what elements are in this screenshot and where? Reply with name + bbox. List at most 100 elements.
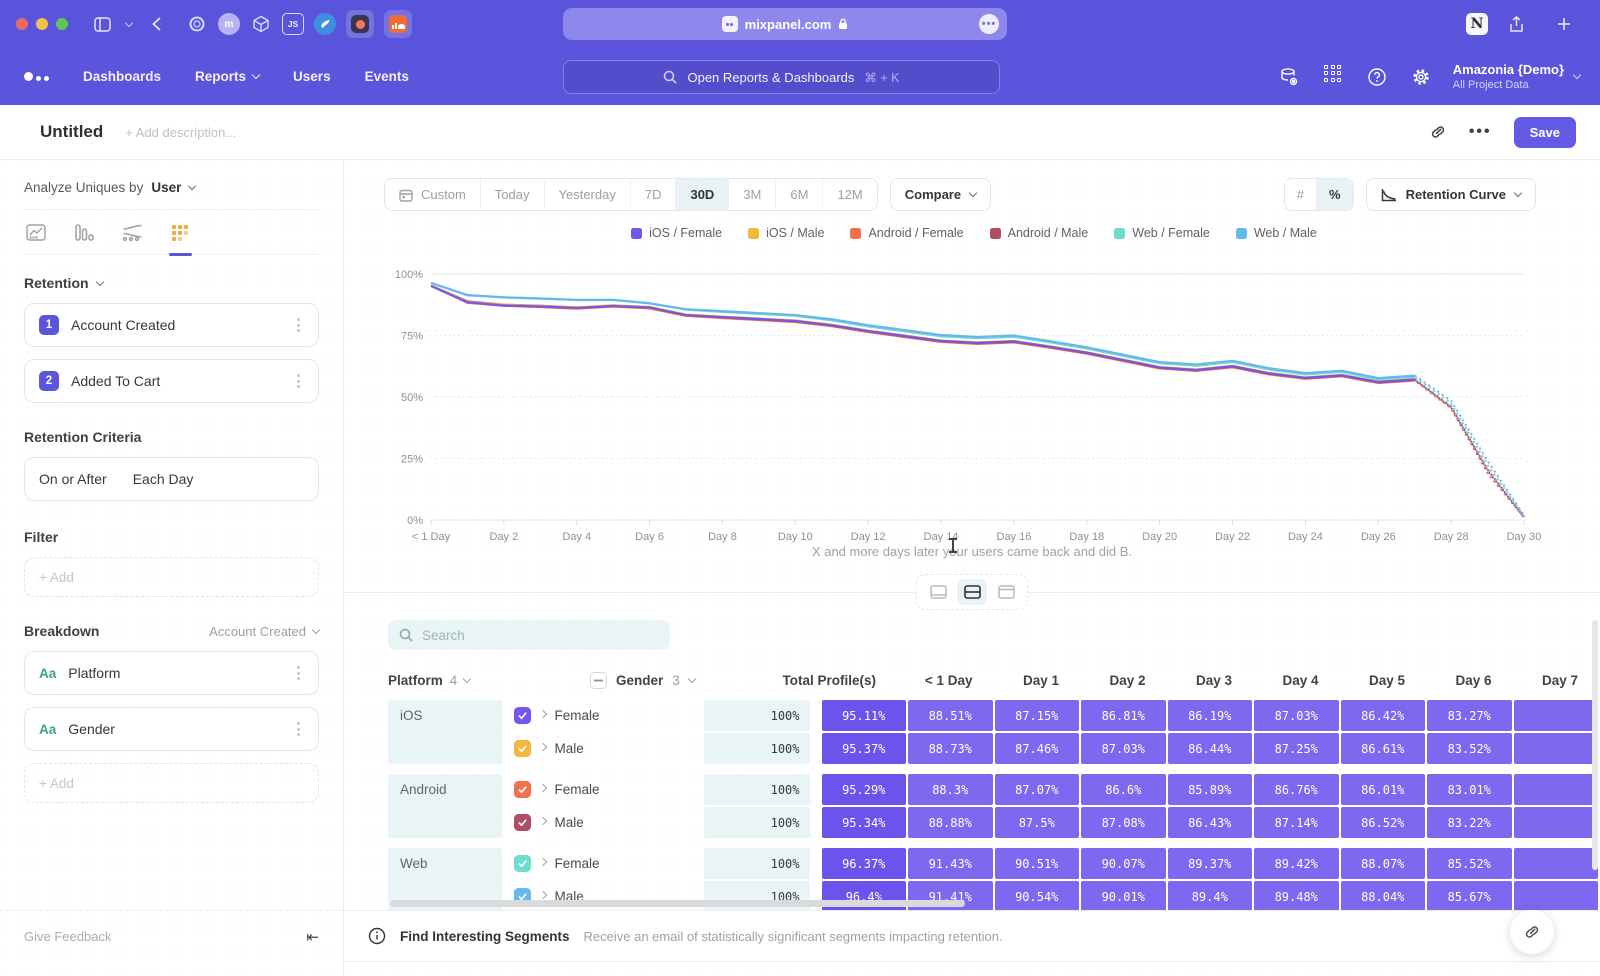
share-link-fab[interactable] bbox=[1510, 910, 1554, 954]
retention-value-cell[interactable]: 96.37% bbox=[822, 848, 907, 879]
give-feedback-link[interactable]: Give Feedback bbox=[24, 929, 111, 944]
split-view-button[interactable] bbox=[957, 579, 987, 605]
select-all-checkbox[interactable] bbox=[590, 672, 607, 689]
back-icon[interactable] bbox=[144, 12, 168, 36]
expand-row-icon[interactable] bbox=[538, 858, 546, 866]
expand-row-icon[interactable] bbox=[538, 817, 546, 825]
retention-value-cell[interactable]: 86.81% bbox=[1081, 700, 1166, 731]
retention-section-title[interactable]: Retention bbox=[24, 275, 89, 291]
retention-value-cell[interactable]: 95.37% bbox=[822, 733, 907, 764]
analyze-value[interactable]: User bbox=[151, 180, 181, 195]
date-range-30d[interactable]: 30D bbox=[676, 179, 729, 210]
retention-step-1[interactable]: 1 Account Created bbox=[24, 303, 319, 347]
step-menu-icon[interactable] bbox=[293, 370, 304, 392]
step-menu-icon[interactable] bbox=[293, 314, 304, 336]
project-selector[interactable]: Amazonia {Demo} All Project Data bbox=[1453, 62, 1580, 91]
retention-value-cell[interactable]: 87.5% bbox=[995, 807, 1080, 838]
retention-value-cell[interactable]: 86.61% bbox=[1341, 733, 1426, 764]
retention-value-cell[interactable]: 86.76% bbox=[1254, 774, 1339, 805]
percent-toggle[interactable]: % bbox=[1317, 179, 1353, 210]
nav-dashboards[interactable]: Dashboards bbox=[83, 69, 161, 84]
criteria-mode[interactable]: On or After bbox=[39, 471, 107, 487]
platform-column-header[interactable]: Platform 4 bbox=[388, 673, 578, 688]
share-icon[interactable] bbox=[1504, 12, 1528, 36]
breakdown-menu-icon[interactable] bbox=[293, 662, 304, 684]
new-tab-icon[interactable] bbox=[1552, 12, 1576, 36]
column-header[interactable]: Day 6 bbox=[1417, 673, 1502, 688]
retention-value-cell[interactable]: 88.3% bbox=[908, 774, 993, 805]
retention-value-cell[interactable]: 87.07% bbox=[995, 774, 1080, 805]
column-header[interactable]: Day 5 bbox=[1331, 673, 1416, 688]
retention-value-cell[interactable]: 89.37% bbox=[1168, 848, 1253, 879]
date-range-yesterday[interactable]: Yesterday bbox=[545, 179, 631, 210]
vertical-scrollbar[interactable] bbox=[1592, 620, 1598, 870]
breakdown-platform[interactable]: Aa Platform bbox=[24, 651, 319, 695]
tab-insights[interactable] bbox=[26, 224, 46, 254]
expand-row-icon[interactable] bbox=[538, 784, 546, 792]
retention-value-cell[interactable]: 85.52% bbox=[1427, 848, 1512, 879]
find-segments-title[interactable]: Find Interesting Segments bbox=[400, 929, 570, 944]
retention-value-cell[interactable]: 90.51% bbox=[995, 848, 1080, 879]
notion-extension-icon[interactable]: N bbox=[1466, 13, 1488, 35]
expand-row-icon[interactable] bbox=[538, 710, 546, 718]
retention-value-cell[interactable]: 88.51% bbox=[908, 700, 993, 731]
table-view-button[interactable] bbox=[991, 579, 1021, 605]
retention-value-cell[interactable]: 83.22% bbox=[1427, 807, 1512, 838]
ring-app-icon[interactable] bbox=[186, 13, 208, 35]
global-search-button[interactable]: Open Reports & Dashboards ⌘ + K bbox=[563, 60, 1000, 94]
series-checkbox[interactable] bbox=[514, 740, 531, 757]
horizontal-scrollbar[interactable] bbox=[390, 900, 965, 907]
tab-funnels[interactable] bbox=[74, 224, 94, 254]
column-header[interactable]: Day 3 bbox=[1158, 673, 1243, 688]
soundcloud-app-icon[interactable] bbox=[384, 10, 412, 38]
tab-flows[interactable] bbox=[122, 224, 143, 254]
retention-value-cell[interactable]: 85.89% bbox=[1168, 774, 1253, 805]
retention-value-cell[interactable]: 86.43% bbox=[1168, 807, 1253, 838]
retention-value-cell[interactable]: 90.54% bbox=[995, 881, 1080, 910]
retention-criteria-card[interactable]: On or After Each Day bbox=[24, 457, 319, 501]
column-header[interactable]: Day 1 bbox=[985, 673, 1070, 688]
retention-value-cell[interactable]: 89.42% bbox=[1254, 848, 1339, 879]
retention-value-cell[interactable]: 88.07% bbox=[1341, 848, 1426, 879]
absolute-numbers-toggle[interactable]: # bbox=[1285, 179, 1317, 210]
retention-value-cell[interactable]: 90.07% bbox=[1081, 848, 1166, 879]
retention-value-cell[interactable]: 87.08% bbox=[1081, 807, 1166, 838]
retention-value-cell[interactable]: 91.43% bbox=[908, 848, 993, 879]
breakdown-scope-selector[interactable]: Account Created bbox=[209, 624, 319, 639]
minimize-window-button[interactable] bbox=[36, 18, 48, 30]
retention-value-cell[interactable]: 86.52% bbox=[1341, 807, 1426, 838]
add-filter-button[interactable]: + Add bbox=[24, 557, 319, 597]
nav-reports[interactable]: Reports bbox=[195, 69, 259, 84]
nav-users[interactable]: Users bbox=[293, 69, 331, 84]
legend-item-1[interactable]: iOS / Male bbox=[748, 226, 824, 240]
compare-button[interactable]: Compare bbox=[890, 178, 991, 211]
report-description-placeholder[interactable]: + Add description... bbox=[125, 125, 236, 140]
mixpanel-logo-icon[interactable] bbox=[24, 72, 49, 81]
retention-value-cell[interactable]: 88.88% bbox=[908, 807, 993, 838]
globe-app-icon[interactable] bbox=[314, 13, 336, 35]
date-range-6m[interactable]: 6M bbox=[776, 179, 823, 210]
retention-value-cell[interactable]: 87.25% bbox=[1254, 733, 1339, 764]
date-range-12m[interactable]: 12M bbox=[823, 179, 876, 210]
chart-only-view-button[interactable] bbox=[923, 579, 953, 605]
legend-item-0[interactable]: iOS / Female bbox=[631, 226, 722, 240]
legend-item-2[interactable]: Android / Female bbox=[850, 226, 963, 240]
retention-value-cell[interactable]: 87.46% bbox=[995, 733, 1080, 764]
chevron-down-icon[interactable] bbox=[122, 12, 136, 36]
date-range-custom[interactable]: Custom bbox=[385, 179, 481, 210]
retention-value-cell[interactable]: 87.14% bbox=[1254, 807, 1339, 838]
report-title[interactable]: Untitled bbox=[40, 122, 103, 142]
expand-row-icon[interactable] bbox=[538, 743, 546, 751]
retention-value-cell[interactable]: 83.52% bbox=[1427, 733, 1512, 764]
tab-retention[interactable] bbox=[171, 224, 190, 254]
retention-value-cell[interactable]: 95.34% bbox=[822, 807, 907, 838]
series-checkbox[interactable] bbox=[514, 855, 531, 872]
retention-value-cell[interactable]: 86.42% bbox=[1341, 700, 1426, 731]
close-window-button[interactable] bbox=[16, 18, 28, 30]
more-options-button[interactable]: ••• bbox=[1469, 123, 1492, 141]
chart-type-selector[interactable]: Retention Curve bbox=[1366, 178, 1536, 211]
legend-item-3[interactable]: Android / Male bbox=[990, 226, 1089, 240]
nav-events[interactable]: Events bbox=[365, 69, 409, 84]
date-range-today[interactable]: Today bbox=[481, 179, 545, 210]
expand-row-icon[interactable] bbox=[538, 891, 546, 899]
